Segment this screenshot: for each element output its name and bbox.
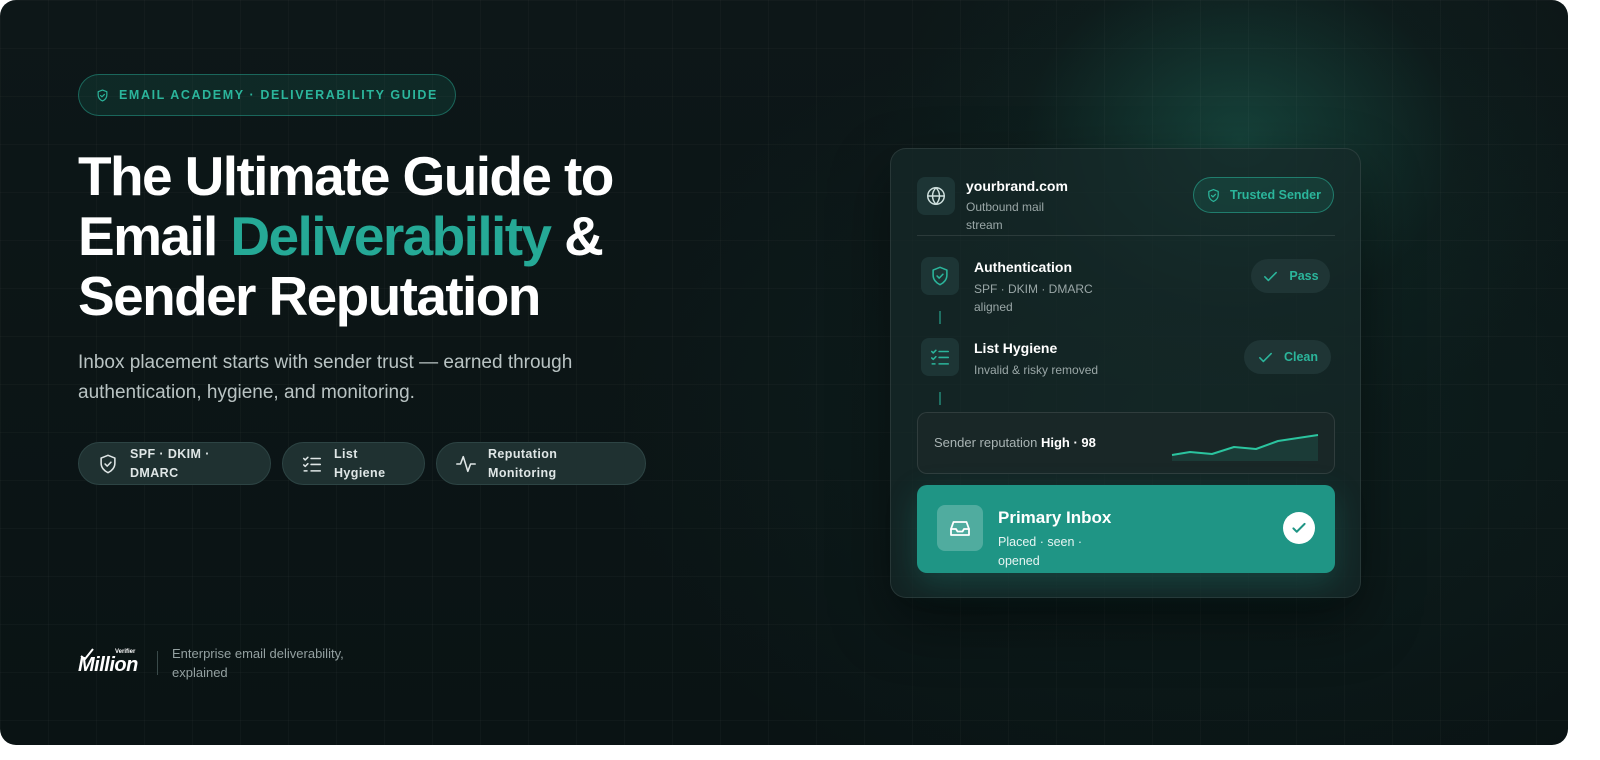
step-sub-list-hygiene: Invalid & risky removed [974, 363, 1099, 377]
primary-inbox-result: Primary Inbox Placed · seen · opened [917, 485, 1335, 573]
brand-logo: Verifier Million [78, 648, 144, 678]
title-line-2-pre: Email [78, 205, 231, 267]
sender-domain-sub: Outbound mail stream [966, 200, 1045, 232]
hero-banner: EMAIL ACADEMY · DELIVERABILITY GUIDE The… [0, 0, 1568, 745]
category-badge: EMAIL ACADEMY · DELIVERABILITY GUIDE [78, 74, 456, 116]
checklist-icon [301, 453, 323, 475]
activity-icon [455, 453, 477, 475]
title-line-2-post: & [550, 205, 604, 267]
sender-reputation-panel: Sender reputation High · 98 [917, 412, 1335, 474]
check-icon [1262, 268, 1279, 285]
inbox-icon [937, 505, 983, 551]
category-badge-text: EMAIL ACADEMY · DELIVERABILITY GUIDE [119, 88, 438, 102]
check-icon [1257, 349, 1274, 366]
step-sub-authentication: SPF · DKIM · DMARC aligned [974, 282, 1093, 314]
title-line-3: Sender Reputation [78, 265, 541, 327]
trusted-sender-badge: Trusted Sender [1193, 177, 1334, 213]
check-circle-icon [1283, 512, 1315, 544]
deliverability-card: yourbrand.com Outbound mail stream Trust… [890, 148, 1361, 598]
shield-check-icon [97, 453, 119, 475]
step-title-authentication: Authentication [974, 259, 1072, 275]
shield-check-icon [1206, 188, 1221, 203]
status-label: Clean [1283, 350, 1319, 364]
chip-authentication: SPF · DKIM · DMARC [78, 442, 271, 485]
inbox-sub: Placed · seen · opened [998, 535, 1083, 568]
reputation-sparkline [1171, 434, 1319, 461]
shield-check-icon [96, 88, 109, 102]
footer: Verifier Million Enterprise email delive… [78, 644, 372, 682]
status-clean: Clean [1244, 340, 1331, 374]
step-title-list-hygiene: List Hygiene [974, 340, 1058, 356]
status-pass: Pass [1251, 259, 1330, 293]
chip-reputation-monitoring: Reputation Monitoring [436, 442, 646, 485]
chip-label: List Hygiene [334, 446, 386, 480]
reputation-value: High · 98 [1040, 435, 1096, 450]
footer-tagline: Enterprise email deliverability, explain… [172, 646, 344, 680]
step-connector [939, 311, 941, 324]
footer-divider [157, 651, 158, 675]
reputation-label: Sender reputation High · 98 [934, 435, 1096, 450]
trusted-sender-label: Trusted Sender [1230, 188, 1321, 202]
inbox-title: Primary Inbox [998, 508, 1112, 527]
shield-check-icon [921, 257, 959, 295]
chip-list-hygiene: List Hygiene [282, 442, 425, 485]
title-line-1: The Ultimate Guide to [78, 145, 614, 207]
step-connector [939, 392, 941, 405]
card-divider [917, 235, 1335, 236]
subtitle: Inbox placement starts with sender trust… [78, 352, 573, 403]
reputation-label-text: Sender reputation [934, 435, 1041, 450]
title-accent: Deliverability [230, 205, 552, 267]
sender-domain: yourbrand.com [966, 178, 1068, 194]
feature-chips: SPF · DKIM · DMARC List Hygiene Reputati… [78, 442, 646, 485]
page-title: The Ultimate Guide to Email Deliverabili… [78, 146, 778, 326]
checklist-icon [921, 338, 959, 376]
chip-label: Reputation Monitoring [488, 446, 558, 480]
chip-label: SPF · DKIM · DMARC [130, 446, 210, 480]
globe-icon [917, 177, 955, 215]
status-label: Pass [1289, 269, 1319, 283]
logo-word: Million [78, 654, 138, 676]
